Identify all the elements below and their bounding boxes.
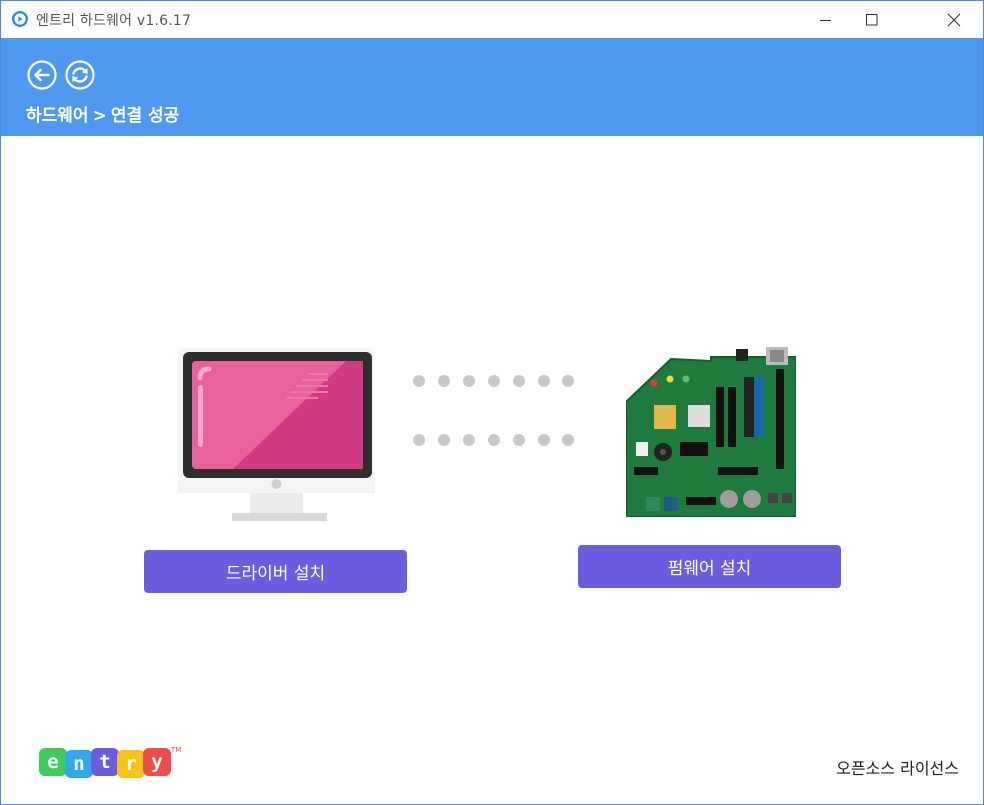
- maximize-button[interactable]: [849, 1, 895, 38]
- connection-dot: [538, 375, 550, 387]
- connection-dot: [413, 375, 425, 387]
- minimize-icon: [820, 19, 831, 21]
- breadcrumb: 하드웨어 > 연결 성공: [26, 101, 179, 126]
- connection-dot: [438, 434, 450, 446]
- back-icon[interactable]: [27, 60, 57, 90]
- connection-dot: [562, 434, 574, 446]
- app-icon: [11, 11, 28, 28]
- connection-dot: [463, 434, 475, 446]
- minimize-button[interactable]: [803, 1, 849, 38]
- connection-dot: [438, 375, 450, 387]
- header-bar: 하드웨어 > 연결 성공: [1, 38, 983, 136]
- entry-logo: e n t r y TM: [39, 746, 182, 780]
- logo-letter: r: [117, 750, 145, 778]
- connection-dot: [413, 434, 425, 446]
- connection-dot: [513, 434, 525, 446]
- connection-dot: [463, 375, 475, 387]
- title-bar: 엔트리 하드웨어 v1.6.17: [1, 1, 983, 38]
- logo-letter: t: [91, 748, 119, 776]
- connection-dot: [513, 375, 525, 387]
- driver-install-button[interactable]: 드라이버 설치: [144, 550, 407, 593]
- maximize-icon: [866, 13, 878, 25]
- connection-dots-bottom: [411, 432, 581, 448]
- breadcrumb-root: 하드웨어: [26, 106, 89, 126]
- close-button[interactable]: [931, 1, 977, 38]
- open-source-license-link[interactable]: 오픈소스 라이선스: [836, 755, 959, 779]
- connection-dot: [538, 434, 550, 446]
- breadcrumb-separator: >: [92, 106, 107, 126]
- logo-letter: e: [39, 748, 67, 776]
- logo-letter: n: [65, 750, 93, 778]
- connection-dot: [562, 375, 574, 387]
- connection-dot: [488, 375, 500, 387]
- connection-dots-top: [411, 373, 581, 389]
- connection-dot: [488, 434, 500, 446]
- logo-trademark: TM: [171, 746, 182, 754]
- close-icon: [947, 13, 961, 26]
- window-title: 엔트리 하드웨어 v1.6.17: [36, 13, 192, 29]
- firmware-install-button[interactable]: 펌웨어 설치: [578, 545, 841, 588]
- breadcrumb-current: 연결 성공: [110, 106, 180, 126]
- app-window: 엔트리 하드웨어 v1.6.17 하드웨어 > 연결 성공 드라이버 설치 펌웨…: [0, 0, 984, 805]
- refresh-icon[interactable]: [65, 60, 95, 90]
- logo-letter: y: [143, 748, 171, 776]
- monitor-icon: [178, 348, 375, 521]
- board-image: [626, 347, 796, 517]
